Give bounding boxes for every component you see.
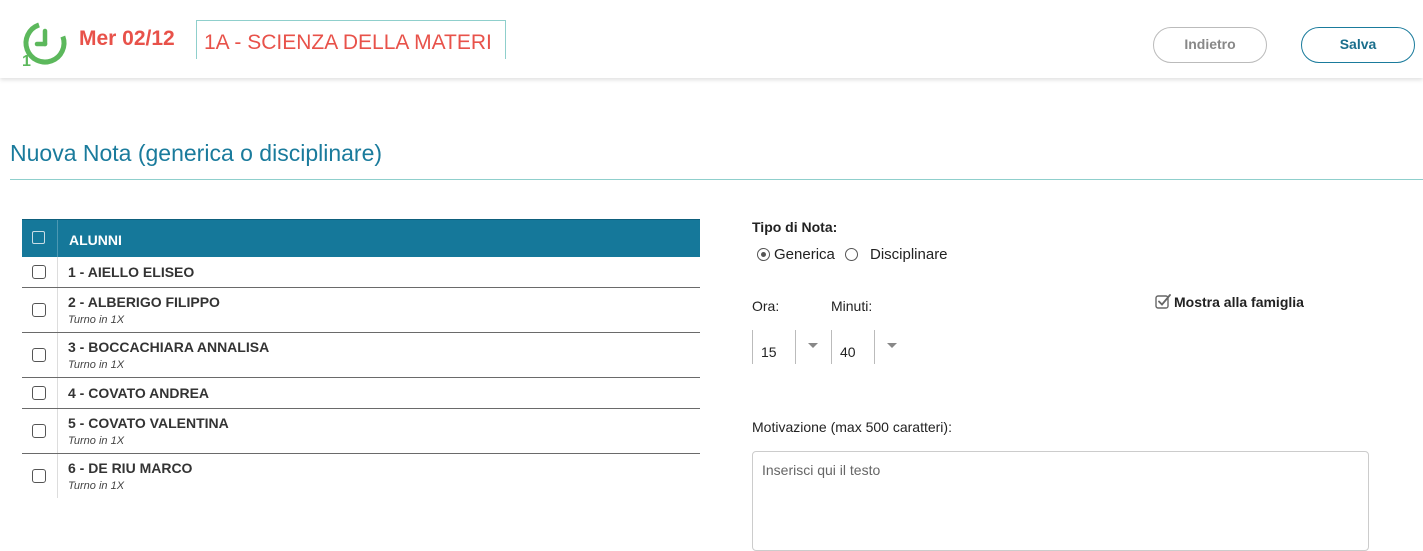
radio-disciplinare-label[interactable]: Disciplinare [870, 246, 948, 263]
motivazione-textarea[interactable] [752, 451, 1369, 551]
students-table: ALUNNI 1 - AIELLO ELISEO 2 - ALBERIGO FI… [22, 219, 700, 498]
row-checkbox[interactable] [32, 348, 46, 362]
mostra-famiglia-label[interactable]: Mostra alla famiglia [1174, 294, 1304, 310]
class-subject-label: 1A - SCIENZA DELLA MATERI [196, 20, 506, 59]
column-header-alunni: ALUNNI [69, 232, 122, 248]
student-note: Turno in 1X [68, 480, 125, 492]
student-name: 4 - COVATO ANDREA [68, 385, 210, 401]
table-row[interactable]: 4 - COVATO ANDREA [22, 378, 700, 409]
row-checkbox[interactable] [32, 386, 46, 400]
page-title: Nuova Nota (generica o disciplinare) [10, 140, 383, 166]
radio-generica-label[interactable]: Generica [774, 246, 835, 263]
lesson-date: Mer 02/12 [79, 27, 175, 50]
back-button[interactable]: Indietro [1153, 27, 1267, 63]
table-row[interactable]: 2 - ALBERIGO FILIPPO Turno in 1X [22, 288, 700, 333]
student-name: 2 - ALBERIGO FILIPPO [68, 294, 220, 310]
select-all-cell [22, 220, 58, 257]
student-name: 5 - COVATO VALENTINA [68, 415, 229, 431]
ora-select[interactable]: 15 [752, 330, 796, 364]
minuti-label: Minuti: [831, 298, 873, 314]
minuti-select[interactable]: 40 [831, 330, 875, 364]
svg-text:1: 1 [22, 53, 31, 68]
row-checkbox[interactable] [32, 469, 46, 483]
select-all-checkbox[interactable] [32, 231, 45, 244]
checkbox-checked-icon[interactable] [1155, 293, 1171, 309]
row-checkbox[interactable] [32, 303, 46, 317]
row-checkbox[interactable] [32, 424, 46, 438]
student-name: 1 - AIELLO ELISEO [68, 264, 195, 280]
title-divider [10, 179, 1423, 180]
ora-label: Ora: [752, 298, 780, 314]
student-note: Turno in 1X [68, 359, 125, 371]
table-row[interactable]: 6 - DE RIU MARCO Turno in 1X [22, 454, 700, 498]
student-note: Turno in 1X [68, 435, 125, 447]
radio-generica[interactable] [757, 248, 770, 261]
radio-disciplinare[interactable] [845, 248, 858, 261]
table-row[interactable]: 1 - AIELLO ELISEO [22, 257, 700, 288]
row-checkbox[interactable] [32, 265, 46, 279]
chevron-down-icon[interactable] [887, 343, 897, 348]
table-row[interactable]: 3 - BOCCACHIARA ANNALISA Turno in 1X [22, 333, 700, 378]
clock-logo-icon: 1 [22, 21, 67, 68]
table-row[interactable]: 5 - COVATO VALENTINA Turno in 1X [22, 409, 700, 454]
student-note: Turno in 1X [68, 314, 125, 326]
chevron-down-icon[interactable] [808, 343, 818, 348]
student-name: 3 - BOCCACHIARA ANNALISA [68, 339, 270, 355]
student-name: 6 - DE RIU MARCO [68, 460, 193, 476]
motivazione-label: Motivazione (max 500 caratteri): [752, 419, 952, 435]
table-header: ALUNNI [22, 219, 700, 257]
save-button[interactable]: Salva [1301, 27, 1415, 63]
top-bar: 1 Mer 02/12 1A - SCIENZA DELLA MATERI In… [0, 0, 1423, 78]
tipo-nota-label: Tipo di Nota: [752, 219, 838, 235]
